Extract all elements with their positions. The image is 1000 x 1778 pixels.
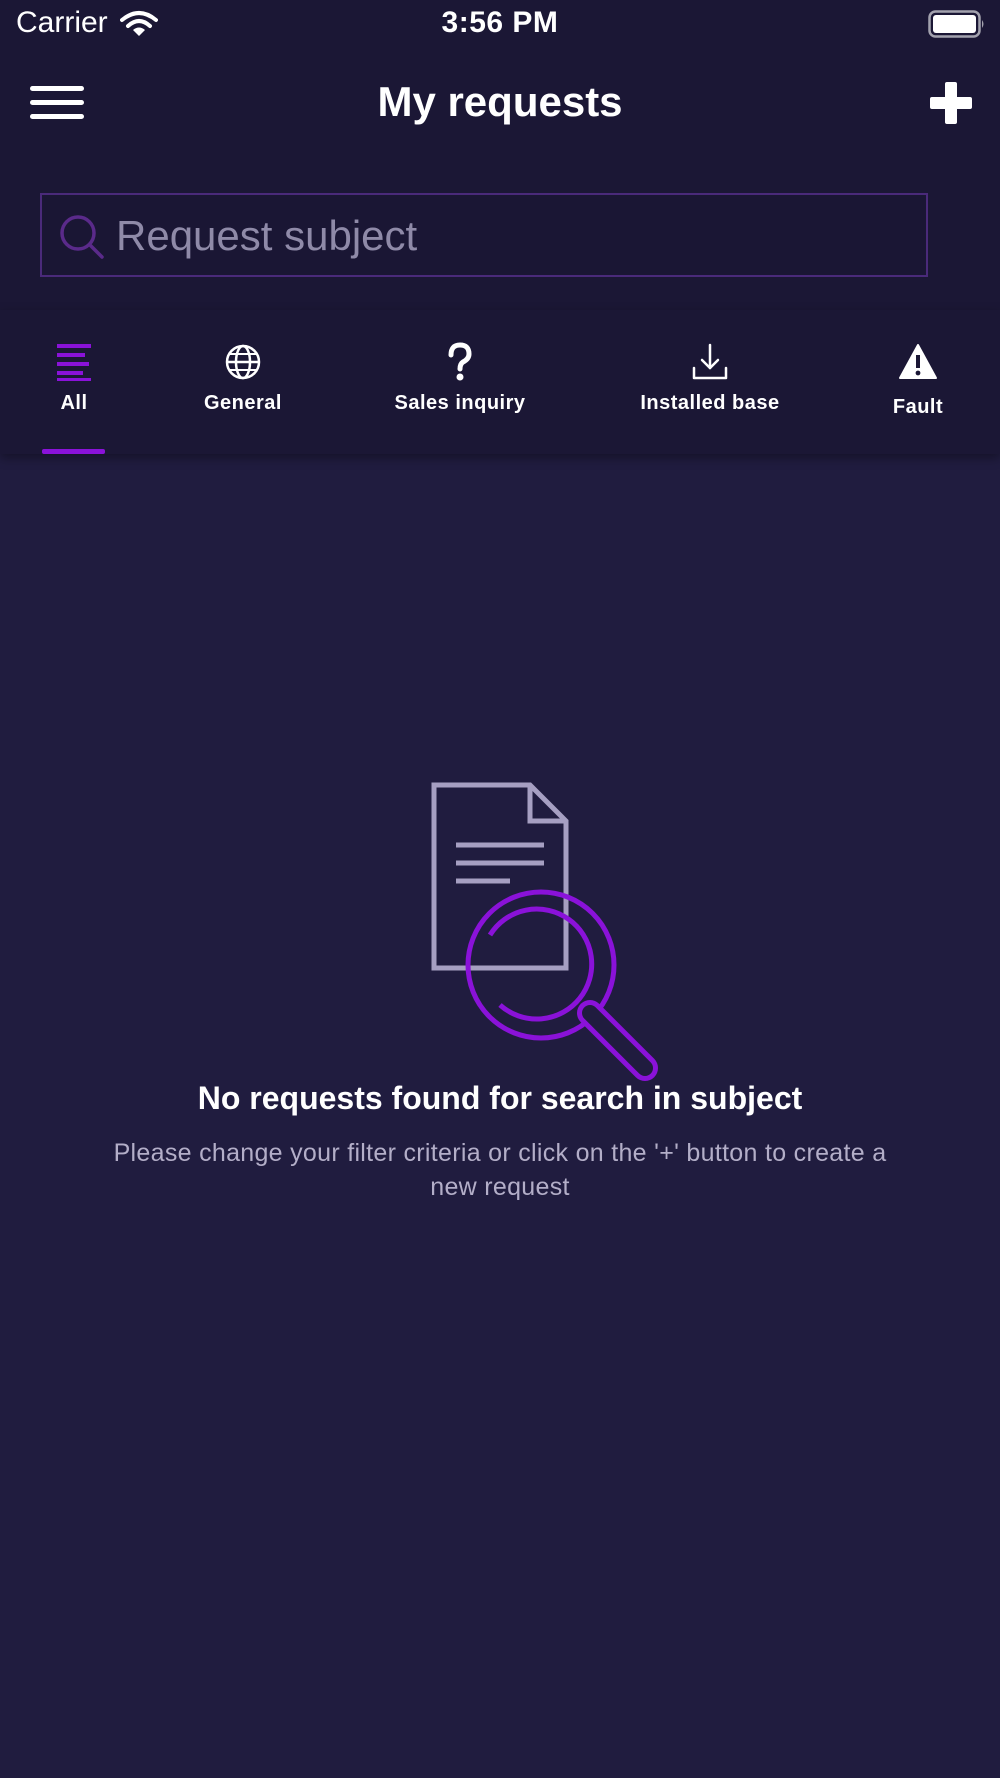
tab-label: Sales inquiry <box>394 392 526 414</box>
tab-installed-base[interactable]: Installed base <box>630 310 790 454</box>
tab-general[interactable]: General <box>183 310 303 454</box>
list-lines-icon <box>57 344 91 381</box>
nav-bar: My requests <box>0 60 1000 150</box>
selected-tab-indicator <box>42 449 105 454</box>
clock: 3:56 PM <box>441 6 559 39</box>
globe-icon <box>225 344 261 380</box>
download-icon <box>692 343 728 380</box>
question-mark-icon <box>448 342 472 381</box>
page-title: My requests <box>377 78 623 125</box>
battery-icon <box>928 10 984 38</box>
empty-state-title: No requests found for search in subject <box>197 1080 803 1116</box>
tab-label: Fault <box>892 396 944 418</box>
add-request-button[interactable] <box>930 80 976 126</box>
tab-all[interactable]: All <box>24 310 124 454</box>
document-search-icon <box>431 782 658 1081</box>
category-tabs: All General Sales inquiry Installed base… <box>0 310 1000 454</box>
plus-icon-vertical <box>945 82 957 124</box>
warning-triangle-icon <box>899 344 937 379</box>
requests-screen: Carrier 3:56 PM My requests Request subj… <box>0 0 1000 1778</box>
tab-label: Installed base <box>640 392 780 414</box>
status-bar: Carrier 3:56 PM <box>0 0 1000 50</box>
tab-label: General <box>204 392 282 414</box>
tab-label: All <box>60 392 88 414</box>
search-icon <box>60 215 104 259</box>
tab-sales-inquiry[interactable]: Sales inquiry <box>380 310 540 454</box>
empty-state-message: Please change your filter criteria or cl… <box>113 1139 887 1201</box>
search-box[interactable] <box>40 193 928 277</box>
header: Carrier 3:56 PM My requests <box>0 0 1000 310</box>
tab-fault[interactable]: Fault <box>868 310 968 454</box>
search-input[interactable] <box>114 195 918 277</box>
